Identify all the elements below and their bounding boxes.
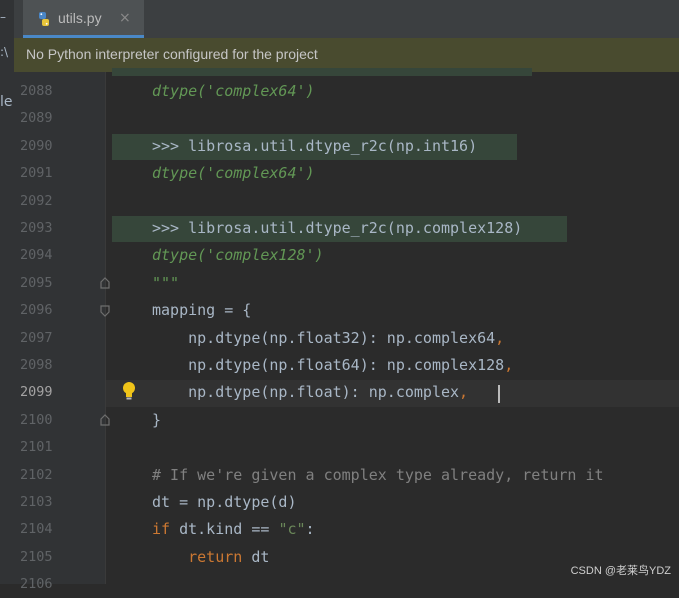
line-number: 2094 <box>20 247 53 263</box>
python-file-icon <box>39 12 49 26</box>
code-line: np.dtype(np.float64): np.complex128, <box>152 352 513 379</box>
code-line: np.dtype(np.float): np.complex, <box>152 379 468 406</box>
line-number: 2100 <box>20 412 53 428</box>
left-tool-strip: – :\ le <box>0 0 14 584</box>
code-line: return dt <box>152 544 269 571</box>
line-number: 2096 <box>20 302 53 318</box>
line-number: 2099 <box>20 384 53 400</box>
code-line: } <box>152 407 161 434</box>
watermark: CSDN @老莱鸟YDZ <box>570 565 671 577</box>
code-token: """ <box>152 274 180 292</box>
code-line: # If we're given a complex type already,… <box>152 462 604 489</box>
close-icon[interactable]: × <box>119 10 131 26</box>
code-line: dtype('complex128') <box>152 242 324 269</box>
interpreter-warning-banner: No Python interpreter configured for the… <box>14 38 679 72</box>
code-token: dtype('complex128') <box>152 246 324 264</box>
code-line: dtype('complex64') <box>152 160 315 187</box>
code-token: , <box>459 383 469 401</box>
line-number: 2105 <box>20 549 53 565</box>
fold-marker-icon[interactable] <box>100 277 110 289</box>
line-number: 2097 <box>20 330 53 346</box>
code-token: >>> librosa.util.dtype_r2c(np.complex128… <box>152 219 523 237</box>
fold-marker-icon[interactable] <box>100 414 110 426</box>
line-number: 2095 <box>20 275 53 291</box>
left-strip-glyph-low: le <box>0 94 13 110</box>
text-caret <box>498 385 500 403</box>
code-line: if dt.kind == "c": <box>152 516 315 543</box>
banner-message: No Python interpreter configured for the… <box>26 46 318 62</box>
code-token: dt.kind == <box>179 520 279 538</box>
fold-marker-icon[interactable] <box>100 305 110 317</box>
code-line: mapping = { <box>152 297 251 324</box>
code-token: if <box>152 520 180 538</box>
line-number: 2102 <box>20 467 53 483</box>
doctest-highlight <box>112 68 532 76</box>
code-token: # If we're given a complex type already,… <box>152 466 604 484</box>
code-line: dt = np.dtype(d) <box>152 489 297 516</box>
code-token: dtype('complex64') <box>152 164 315 182</box>
code-line: dtype('complex64') <box>152 78 315 105</box>
code-token: dtype('complex64') <box>152 82 315 100</box>
code-line: >>> librosa.util.dtype_r2c(np.int16) <box>152 133 477 160</box>
code-token: return <box>152 548 252 566</box>
line-number: 2089 <box>20 110 53 126</box>
left-strip-glyph-mid: :\ <box>0 45 9 59</box>
tab-label: utils.py <box>58 10 102 26</box>
code-token: "c" <box>278 520 306 538</box>
line-number: 2091 <box>20 165 53 181</box>
code-line: >>> librosa.util.dtype_r2c(np.complex128… <box>152 215 522 242</box>
left-strip-glyph-top: – <box>0 10 6 24</box>
code-token: np.dtype(np.float64): np.complex128 <box>152 356 505 374</box>
code-token: np.dtype(np.float): np.complex <box>152 383 460 401</box>
code-token: , <box>495 329 505 347</box>
code-token: , <box>504 356 514 374</box>
code-token: dt <box>251 548 270 566</box>
code-line: """ <box>152 270 179 297</box>
tab-utils-py[interactable]: utils.py × <box>23 0 144 38</box>
code-token: np.dtype(np.float32): np.complex64 <box>152 329 496 347</box>
code-token: mapping = { <box>152 301 252 319</box>
lightbulb-icon[interactable] <box>121 381 137 401</box>
editor-tab-bar: utils.py × <box>14 0 679 39</box>
code-token: : <box>305 520 315 538</box>
line-number: 2104 <box>20 521 53 537</box>
line-number: 2106 <box>20 576 53 592</box>
line-number: 2090 <box>20 138 53 154</box>
code-token: >>> librosa.util.dtype_r2c(np.int16) <box>152 137 478 155</box>
line-number: 2088 <box>20 83 53 99</box>
code-token: dt = np.dtype(d) <box>152 493 297 511</box>
line-number: 2098 <box>20 357 53 373</box>
line-number: 2101 <box>20 439 53 455</box>
code-token: } <box>152 411 162 429</box>
line-number: 2103 <box>20 494 53 510</box>
line-number: 2092 <box>20 193 53 209</box>
line-number: 2093 <box>20 220 53 236</box>
code-line: np.dtype(np.float32): np.complex64, <box>152 325 504 352</box>
